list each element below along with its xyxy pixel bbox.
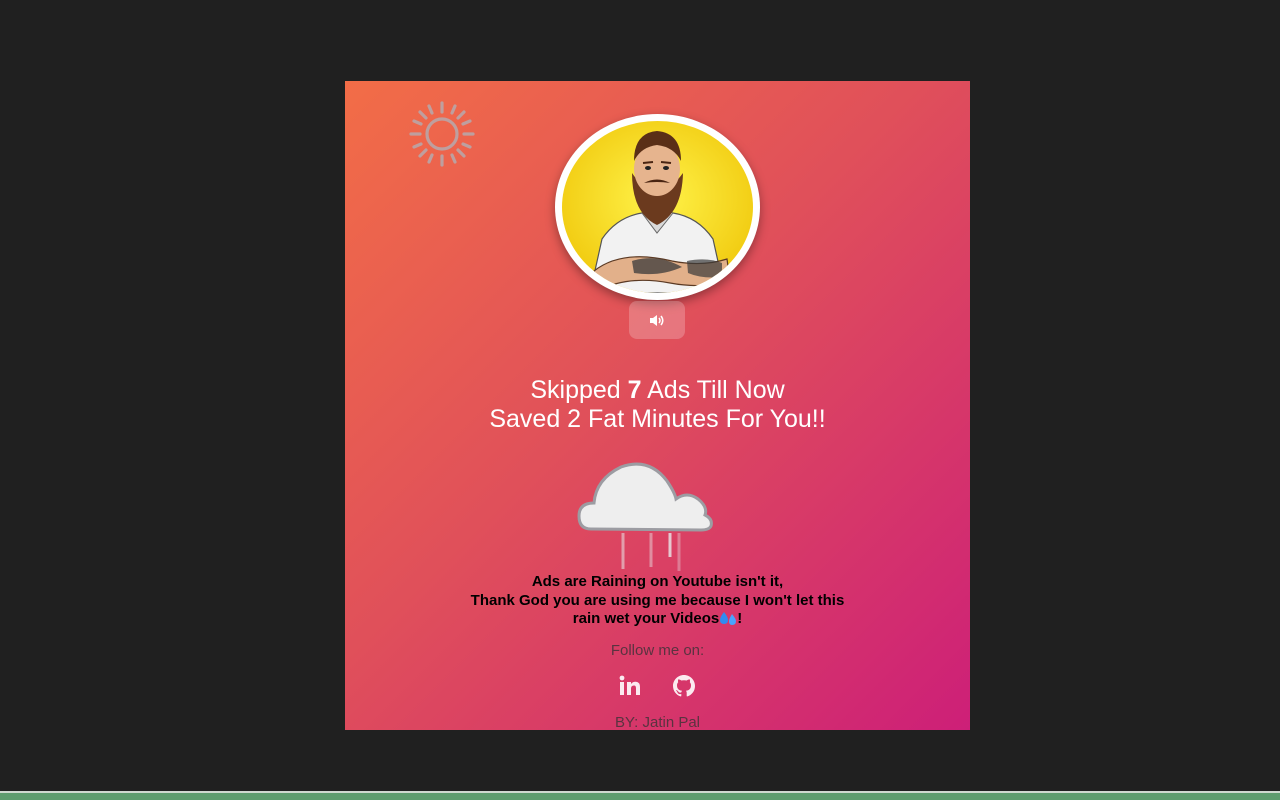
water-drops-icon: [720, 612, 737, 625]
saved-minutes-line: Saved 2 Fat Minutes For You!!: [489, 405, 826, 433]
headline-suffix: Ads Till Now: [641, 376, 785, 404]
speaker-icon: [650, 314, 664, 326]
skipped-ads-headline: Skipped 7 Ads Till Now Saved 2 Fat Minut…: [345, 376, 970, 434]
message-line-3-end: !: [737, 610, 743, 627]
avatar-frame: [555, 114, 760, 300]
sun-icon: [409, 101, 475, 167]
message-line-1: Ads are Raining on Youtube isn't it,: [531, 573, 784, 590]
message-line-2: Thank God you are using me because I won…: [470, 591, 845, 609]
author-credit: BY: Jatin Pal: [614, 714, 701, 730]
headline-prefix: Skipped: [530, 376, 628, 404]
rain-cloud-icon: [577, 462, 713, 571]
popup-panel: Skipped 7 Ads Till Now Saved 2 Fat Minut…: [345, 81, 970, 730]
skipped-ads-line: Skipped 7 Ads Till Now: [345, 376, 970, 405]
ads-count: 7: [627, 376, 642, 404]
linkedin-icon[interactable]: [617, 673, 643, 699]
message-line-3: rain wet your Videos!: [440, 610, 875, 629]
rain-message: Ads are Raining on Youtube isn't it, Tha…: [440, 573, 875, 629]
follow-label: Follow me on:: [610, 642, 705, 659]
github-icon[interactable]: [671, 673, 697, 699]
bottom-edge-strip: [0, 791, 1280, 800]
sound-toggle-button[interactable]: [629, 301, 685, 339]
bearded-man-avatar: [562, 121, 753, 293]
social-links: [615, 673, 705, 699]
message-line-3-text: rain wet your Videos: [572, 610, 720, 627]
